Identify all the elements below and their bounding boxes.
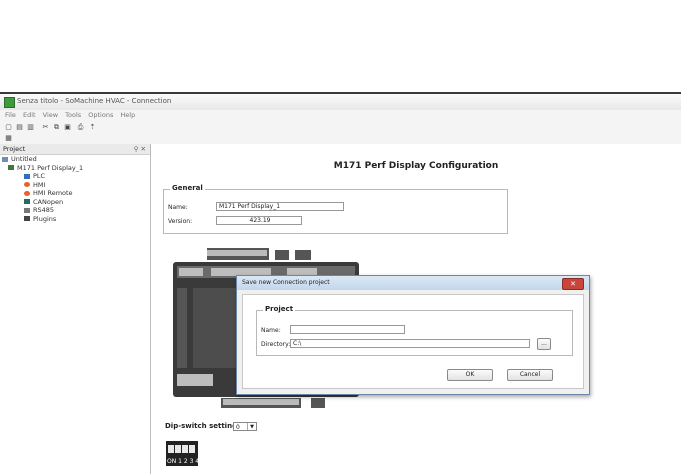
dialog-name-label: Name: [261, 327, 281, 334]
directory-input[interactable]: C:\ [290, 339, 530, 348]
version-label: Version: [168, 218, 193, 225]
project-group: Project Name: Directory: C:\ ... [256, 305, 573, 356]
panel-pin-close-icon[interactable]: ⚲ ✕ [134, 144, 146, 154]
menu-help[interactable]: Help [120, 110, 135, 121]
tree-node-plugins[interactable]: Plugins [0, 215, 150, 224]
menu-tools[interactable]: Tools [65, 110, 81, 121]
dip-switch-diagram: ON 1 2 3 4 [166, 441, 200, 466]
name-field[interactable]: M171 Perf Display_1 [216, 202, 344, 211]
menu-options[interactable]: Options [88, 110, 113, 121]
dip-switch-2 [175, 445, 181, 453]
plc-icon [24, 173, 30, 179]
new-icon[interactable]: ▢ [4, 123, 13, 131]
dip-switch-3 [182, 445, 188, 453]
open-icon[interactable]: ▤ [15, 123, 24, 131]
project-legend: Project [263, 305, 296, 313]
dialog-body: Project Name: Directory: C:\ ... OK Canc… [242, 294, 584, 389]
dip-switch-4 [189, 445, 195, 453]
close-icon[interactable]: ✕ [562, 278, 584, 290]
project-tree: Untitled M171 Perf Display_1 PLC HMI HMI… [0, 155, 150, 223]
save-icon[interactable]: ▥ [26, 123, 35, 131]
dip-switch-label: Dip-switch setting: [165, 422, 240, 430]
menu-file[interactable]: File [5, 110, 16, 121]
page-title: M171 Perf Display Configuration [333, 161, 499, 171]
save-project-dialog: Save new Connection project ✕ Project Na… [236, 275, 590, 395]
device-icon [8, 165, 14, 170]
tree-node-rs485[interactable]: RS485 [0, 206, 150, 215]
tree-node-hmi-remote[interactable]: HMI Remote [0, 189, 150, 198]
pin-icon[interactable]: ⇡ [88, 123, 97, 131]
menu-edit[interactable]: Edit [23, 110, 36, 121]
dip-switch-value: 0 [236, 424, 240, 431]
general-legend: General [170, 184, 205, 192]
dip-switch-numbers: ON 1 2 3 4 [167, 458, 200, 465]
untitled-icon [2, 156, 8, 162]
dip-switch-1 [168, 445, 174, 453]
directory-label: Directory: [261, 341, 291, 348]
tree-node-device[interactable]: M171 Perf Display_1 [0, 164, 150, 173]
dialog-title-bar: Save new Connection project ✕ [237, 276, 589, 290]
paste-icon[interactable]: ▣ [63, 123, 72, 131]
plugins-icon [24, 216, 30, 221]
tree-node-untitled[interactable]: Untitled [0, 155, 150, 164]
print-icon[interactable]: ⎙ [76, 123, 85, 131]
cut-icon[interactable]: ✂ [41, 123, 50, 131]
title-bar: Senza titolo - SoMachine HVAC - Connecti… [0, 92, 681, 110]
project-panel-title: Project [3, 145, 26, 153]
hmi-remote-icon [24, 190, 30, 196]
menu-view[interactable]: View [43, 110, 58, 121]
menu-bar: File Edit View Tools Options Help [0, 110, 681, 121]
dialog-title: Save new Connection project [242, 279, 330, 286]
app-icon [4, 97, 15, 108]
copy-icon[interactable]: ⧉ [52, 123, 61, 131]
general-group: General Name: M171 Perf Display_1 Versio… [163, 184, 508, 234]
toolbar: ▢ ▤ ▥ ✂ ⧉ ▣ ⎙ ⇡ [0, 121, 681, 133]
dip-switch-select[interactable]: 0 ▼ [233, 422, 257, 431]
version-field: 423.19 [216, 216, 302, 225]
canopen-icon [24, 199, 30, 204]
dialog-name-input[interactable] [290, 325, 405, 334]
window-title: Senza titolo - SoMachine HVAC - Connecti… [17, 97, 172, 105]
chevron-down-icon: ▼ [247, 423, 256, 430]
tree-node-plc[interactable]: PLC [0, 172, 150, 181]
grid-icon[interactable]: ▦ [4, 134, 13, 142]
cancel-button[interactable]: Cancel [507, 369, 553, 381]
ok-button[interactable]: OK [447, 369, 493, 381]
project-panel-header: Project ⚲ ✕ [0, 144, 150, 155]
name-label: Name: [168, 204, 188, 211]
project-panel: Project ⚲ ✕ Untitled M171 Perf Display_1… [0, 144, 151, 474]
tree-node-hmi[interactable]: HMI [0, 181, 150, 190]
tree-node-canopen[interactable]: CANopen [0, 198, 150, 207]
browse-button[interactable]: ... [537, 338, 551, 350]
hmi-icon [24, 182, 30, 187]
rs485-icon [24, 207, 30, 213]
